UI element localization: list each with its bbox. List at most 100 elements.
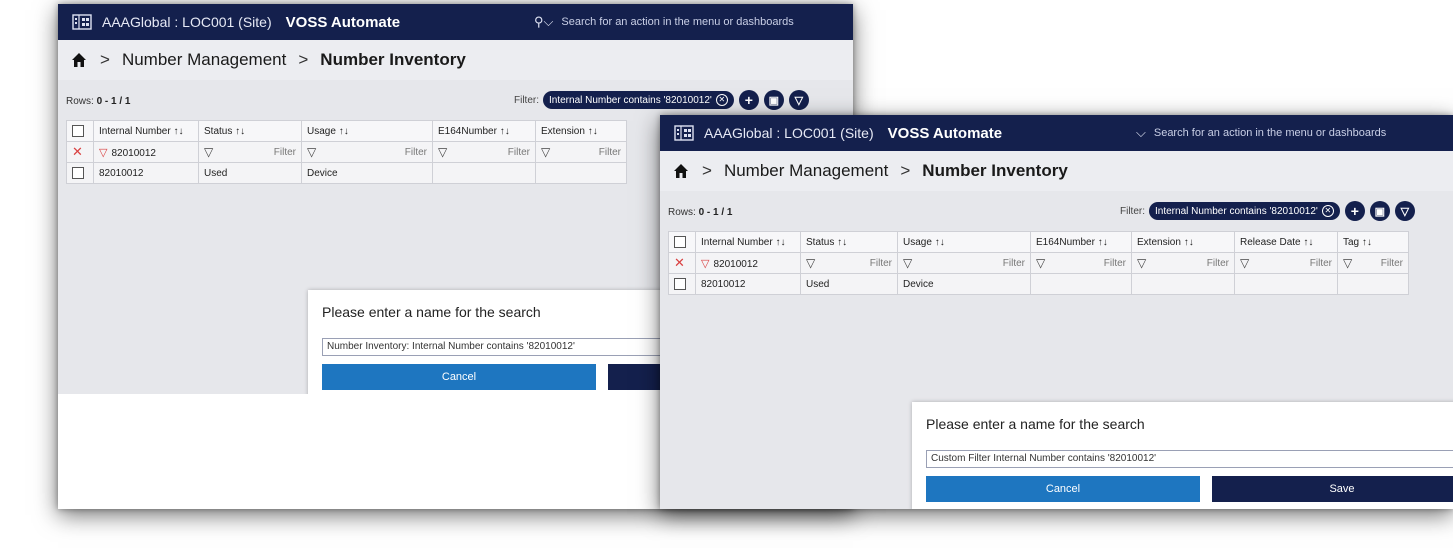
select-all-checkbox[interactable] (674, 236, 686, 248)
search-icon[interactable]: ⚲⌵ (534, 14, 553, 30)
close-icon[interactable]: ✕ (1321, 205, 1334, 217)
table-header-row: Internal Number ↑↓ Status ↑↓ Usage ↑↓ E1… (66, 120, 627, 142)
breadcrumb-current: Number Inventory (320, 50, 466, 69)
site-selector[interactable]: AAAGlobal : LOC001 (Site) (102, 14, 272, 30)
select-all-checkbox[interactable] (72, 125, 84, 137)
global-search[interactable]: ⌵ Search for an action in the menu or da… (1136, 115, 1386, 151)
chevron-right-icon: > (298, 50, 309, 69)
filter-value[interactable]: 82010012 (111, 148, 156, 159)
filter-cell-e164number[interactable]: ▽ Filter (432, 141, 536, 163)
save-icon[interactable]: ▣ (763, 90, 784, 110)
dialog-title: Please enter a name for the search (926, 416, 1145, 432)
sort-icon[interactable]: ↑↓ (500, 126, 510, 137)
sort-icon[interactable]: ↑↓ (235, 126, 245, 137)
global-search[interactable]: ⚲⌵ Search for an action in the menu or d… (534, 4, 794, 40)
site-selector[interactable]: AAAGlobal : LOC001 (Site) (704, 125, 874, 141)
filter-icon: ▽ (1137, 256, 1147, 270)
filter-cell-extension[interactable]: ▽ Filter (535, 141, 627, 163)
data-table: Internal Number ↑↓ Status ↑↓ Usage ↑↓ E1… (66, 120, 627, 184)
search-placeholder: Search for an action in the menu or dash… (1153, 127, 1387, 139)
column-header-tag[interactable]: Tag ↑↓ (1337, 231, 1409, 253)
column-header-internal-number[interactable]: Internal Number ↑↓ (93, 120, 199, 142)
table-row[interactable]: 82010012 Used Device (66, 162, 627, 184)
select-all-cell (668, 231, 696, 253)
row-checkbox[interactable] (72, 167, 84, 179)
filter-icon[interactable]: ▽ (1394, 201, 1415, 221)
filter-icon: ▽ (1343, 256, 1353, 270)
cell-internal-number[interactable]: 82010012 (695, 273, 801, 295)
filter-icon: ▽ (1036, 256, 1046, 270)
sort-icon[interactable]: ↑↓ (1303, 237, 1313, 248)
filter-active-icon: ▽ (701, 257, 710, 270)
filter-cell-internal-number[interactable]: ▽ 82010012 (695, 252, 801, 274)
save-button[interactable]: Save (1212, 476, 1453, 502)
add-icon[interactable]: + (1344, 201, 1365, 221)
close-icon[interactable]: ✕ (715, 94, 728, 106)
sort-icon[interactable]: ↑↓ (1362, 237, 1372, 248)
cell-tag (1337, 273, 1409, 295)
filter-icon[interactable]: ▽ (788, 90, 809, 110)
home-icon[interactable] (70, 51, 88, 69)
filter-cell-usage[interactable]: ▽ Filter (301, 141, 433, 163)
column-header-status[interactable]: Status ↑↓ (800, 231, 898, 253)
column-header-release-date[interactable]: Release Date ↑↓ (1234, 231, 1338, 253)
sort-icon[interactable]: ↑↓ (775, 237, 785, 248)
column-header-e164number[interactable]: E164Number ↑↓ (432, 120, 536, 142)
cell-e164number (1030, 273, 1132, 295)
search-icon[interactable]: ⌵ (1136, 125, 1146, 141)
cell-e164number (432, 162, 536, 184)
row-checkbox[interactable] (674, 278, 686, 290)
filter-chip-text: Internal Number contains '82010012' (1155, 205, 1318, 217)
building-icon[interactable] (674, 125, 694, 141)
filter-chip[interactable]: Internal Number contains '82010012' ✕ (543, 91, 734, 109)
search-name-input[interactable]: Number Inventory: Internal Number contai… (322, 338, 666, 356)
filter-value[interactable]: 82010012 (713, 259, 758, 270)
rows-count: Rows: 0 - 1 / 1 (668, 207, 732, 218)
column-header-status[interactable]: Status ↑↓ (198, 120, 302, 142)
column-header-extension[interactable]: Extension ↑↓ (535, 120, 627, 142)
filter-cell-status[interactable]: ▽ Filter (198, 141, 302, 163)
filter-cell-e164number[interactable]: ▽ Filter (1030, 252, 1132, 274)
search-name-input[interactable]: Custom Filter Internal Number contains '… (926, 450, 1453, 468)
cancel-button[interactable]: Cancel (322, 364, 596, 390)
cell-internal-number[interactable]: 82010012 (93, 162, 199, 184)
sort-icon[interactable]: ↑↓ (1184, 237, 1194, 248)
cancel-button[interactable]: Cancel (926, 476, 1200, 502)
save-icon[interactable]: ▣ (1369, 201, 1390, 221)
filter-cell-tag[interactable]: ▽ Filter (1337, 252, 1409, 274)
sort-icon[interactable]: ↑↓ (339, 126, 349, 137)
app-title: VOSS Automate (285, 13, 401, 31)
table-row[interactable]: 82010012 Used Device (668, 273, 1409, 295)
column-header-usage[interactable]: Usage ↑↓ (301, 120, 433, 142)
filter-chip[interactable]: Internal Number contains '82010012' ✕ (1149, 202, 1340, 220)
cell-release-date (1234, 273, 1338, 295)
rows-value: 0 - 1 / 1 (698, 207, 733, 218)
filter-cell-usage[interactable]: ▽ Filter (897, 252, 1031, 274)
breadcrumb: > Number Management > Number Inventory (58, 40, 853, 80)
column-header-internal-number[interactable]: Internal Number ↑↓ (695, 231, 801, 253)
sort-icon[interactable]: ↑↓ (173, 126, 183, 137)
sort-icon[interactable]: ↑↓ (837, 237, 847, 248)
sort-icon[interactable]: ↑↓ (588, 126, 598, 137)
building-icon[interactable] (72, 14, 92, 30)
filter-icon: ▽ (204, 145, 214, 159)
column-header-extension[interactable]: Extension ↑↓ (1131, 231, 1235, 253)
filter-cell-release-date[interactable]: ▽ Filter (1234, 252, 1338, 274)
clear-filter-icon[interactable]: ✕ (72, 144, 83, 159)
dialog-title: Please enter a name for the search (322, 304, 541, 320)
chevron-right-icon: > (100, 50, 110, 69)
filter-cell-status[interactable]: ▽ Filter (800, 252, 898, 274)
breadcrumb-item[interactable]: Number Management (724, 161, 888, 181)
filter-cell-internal-number[interactable]: ▽ 82010012 (93, 141, 199, 163)
add-icon[interactable]: + (738, 90, 759, 110)
breadcrumb-item[interactable]: Number Management (122, 50, 286, 70)
column-header-usage[interactable]: Usage ↑↓ (897, 231, 1031, 253)
clear-filter-cell: ✕ (66, 141, 94, 163)
sort-icon[interactable]: ↑↓ (935, 237, 945, 248)
clear-filter-icon[interactable]: ✕ (674, 255, 685, 270)
sort-icon[interactable]: ↑↓ (1098, 237, 1108, 248)
filter-row: ✕ ▽ 82010012 ▽ Filter ▽ Filter ▽ Filter ▽ Fil… (668, 252, 1409, 274)
filter-cell-extension[interactable]: ▽ Filter (1131, 252, 1235, 274)
column-header-e164number[interactable]: E164Number ↑↓ (1030, 231, 1132, 253)
home-icon[interactable] (672, 162, 690, 180)
